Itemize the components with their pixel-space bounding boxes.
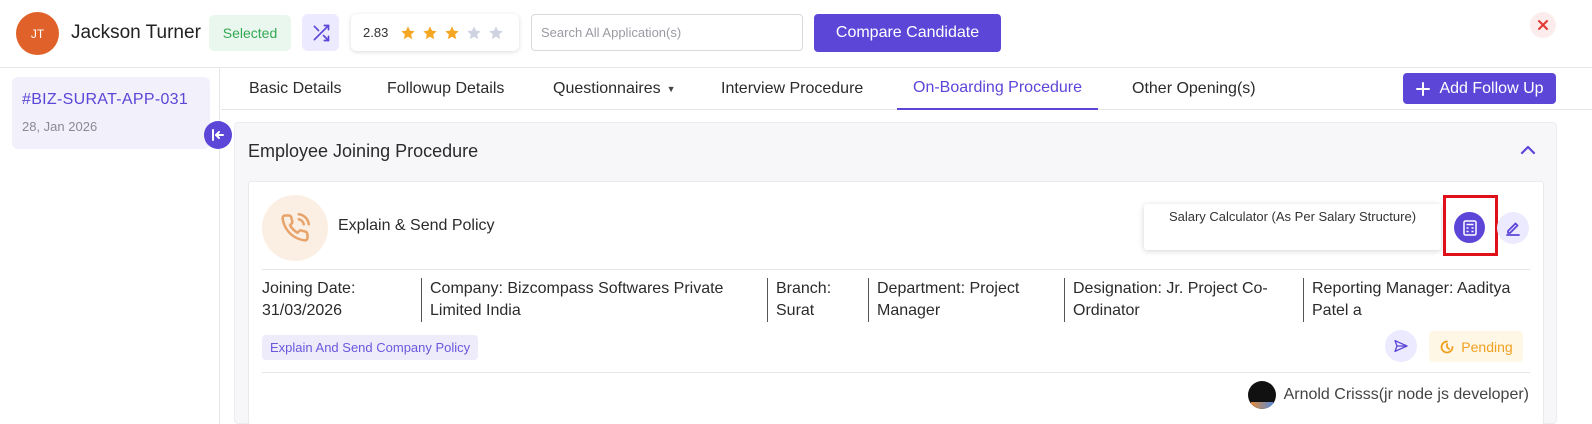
star-icon	[489, 25, 503, 39]
tab-label: Interview Procedure	[721, 80, 864, 97]
assignee: Arnold Crisss(jr node js developer)	[1229, 380, 1529, 410]
rating-box: 2.83	[351, 14, 519, 51]
search-applications-input[interactable]	[531, 14, 803, 51]
avatar-initials: JT	[30, 26, 45, 41]
tab-other-openings[interactable]: Other Opening(s)	[1132, 68, 1256, 110]
shuffle-button[interactable]	[302, 14, 339, 51]
tab-onboarding-procedure[interactable]: On-Boarding Procedure	[897, 68, 1098, 110]
rating-stars	[400, 25, 504, 41]
salary-calculator-button[interactable]	[1454, 212, 1485, 243]
star-icon	[423, 25, 437, 39]
application-id: #BIZ-SURAT-APP-031	[22, 91, 189, 108]
rating-value: 2.83	[363, 25, 389, 40]
application-sidebar: #BIZ-SURAT-APP-031 28, Jan 2026	[0, 68, 220, 424]
divider	[767, 278, 768, 322]
tab-questionnaires[interactable]: Questionnaires ▼	[553, 68, 676, 110]
onboarding-step-card: Explain & Send Policy Salary Calculator …	[248, 181, 1544, 424]
star-icon	[467, 25, 481, 39]
tab-bar: Basic Details Followup Details Questionn…	[221, 68, 1592, 110]
step-title: Explain & Send Policy	[338, 217, 495, 234]
collapse-left-icon	[212, 129, 224, 141]
tab-label: Followup Details	[387, 80, 505, 97]
send-button[interactable]	[1385, 330, 1417, 362]
edit-button[interactable]	[1497, 212, 1529, 244]
pending-status-badge: Pending	[1429, 331, 1523, 362]
divider	[1303, 278, 1304, 322]
section-title: Employee Joining Procedure	[248, 141, 479, 161]
chevron-up-icon[interactable]	[1519, 141, 1537, 159]
branch: Branch: Surat	[776, 280, 832, 319]
divider	[421, 278, 422, 322]
company: Company: Bizcompass Softwares Private Li…	[430, 280, 724, 319]
star-icon	[401, 25, 415, 39]
designation: Designation: Jr. Project Co-Ordinator	[1073, 280, 1268, 319]
add-follow-up-label: Add Follow Up	[1439, 79, 1544, 97]
divider	[262, 372, 1530, 373]
tab-label: Questionnaires	[553, 80, 661, 97]
caret-down-icon: ▼	[666, 84, 676, 94]
compare-candidate-button[interactable]: Compare Candidate	[814, 14, 1001, 52]
tab-label: Other Opening(s)	[1132, 80, 1256, 97]
close-icon	[1538, 20, 1548, 30]
candidate-avatar: JT	[16, 12, 59, 55]
tab-label: Basic Details	[249, 80, 342, 97]
pencil-icon	[1506, 222, 1520, 236]
divider	[868, 278, 869, 322]
star-icon	[445, 25, 459, 39]
step-icon	[262, 195, 328, 261]
tab-label: On-Boarding Procedure	[913, 79, 1082, 96]
joining-date: Joining Date: 31/03/2026	[262, 280, 356, 319]
application-date: 28, Jan 2026	[22, 119, 98, 134]
clock-pending-icon	[1440, 340, 1454, 353]
candidate-name: Jackson Turner	[71, 22, 201, 43]
status-badge: Selected	[209, 15, 291, 51]
send-icon	[1394, 340, 1408, 352]
add-follow-up-button[interactable]: Add Follow Up	[1403, 73, 1556, 104]
pending-status-label: Pending	[1461, 338, 1513, 355]
shuffle-icon	[313, 24, 329, 41]
employee-joining-section: Employee Joining Procedure Explain & Sen…	[234, 122, 1557, 424]
collapse-sidebar-button[interactable]	[204, 121, 232, 149]
policy-tag: Explain And Send Company Policy	[262, 335, 479, 360]
tab-basic-details[interactable]: Basic Details	[249, 68, 341, 110]
calculator-icon	[1462, 219, 1477, 236]
tab-followup-details[interactable]: Followup Details	[387, 68, 504, 110]
top-bar: JT Jackson Turner Selected 2.83 Compare …	[0, 0, 1592, 68]
assignee-name: Arnold Crisss(jr node js developer)	[1283, 386, 1529, 403]
plus-icon	[1416, 81, 1431, 96]
divider	[1064, 278, 1065, 322]
application-card[interactable]: #BIZ-SURAT-APP-031 28, Jan 2026	[12, 77, 210, 149]
assignee-avatar	[1247, 381, 1276, 409]
reporting-manager: Reporting Manager: Aaditya Patel a	[1312, 280, 1511, 319]
step-details: Joining Date: 31/03/2026 Company: Bizcom…	[262, 269, 1530, 324]
tab-interview-procedure[interactable]: Interview Procedure	[721, 68, 863, 110]
phone-ringing-icon	[281, 213, 310, 242]
salary-calculator-tooltip: Salary Calculator (As Per Salary Structu…	[1144, 204, 1441, 250]
close-button[interactable]	[1530, 12, 1556, 38]
department: Department: Project Manager	[877, 280, 1020, 319]
